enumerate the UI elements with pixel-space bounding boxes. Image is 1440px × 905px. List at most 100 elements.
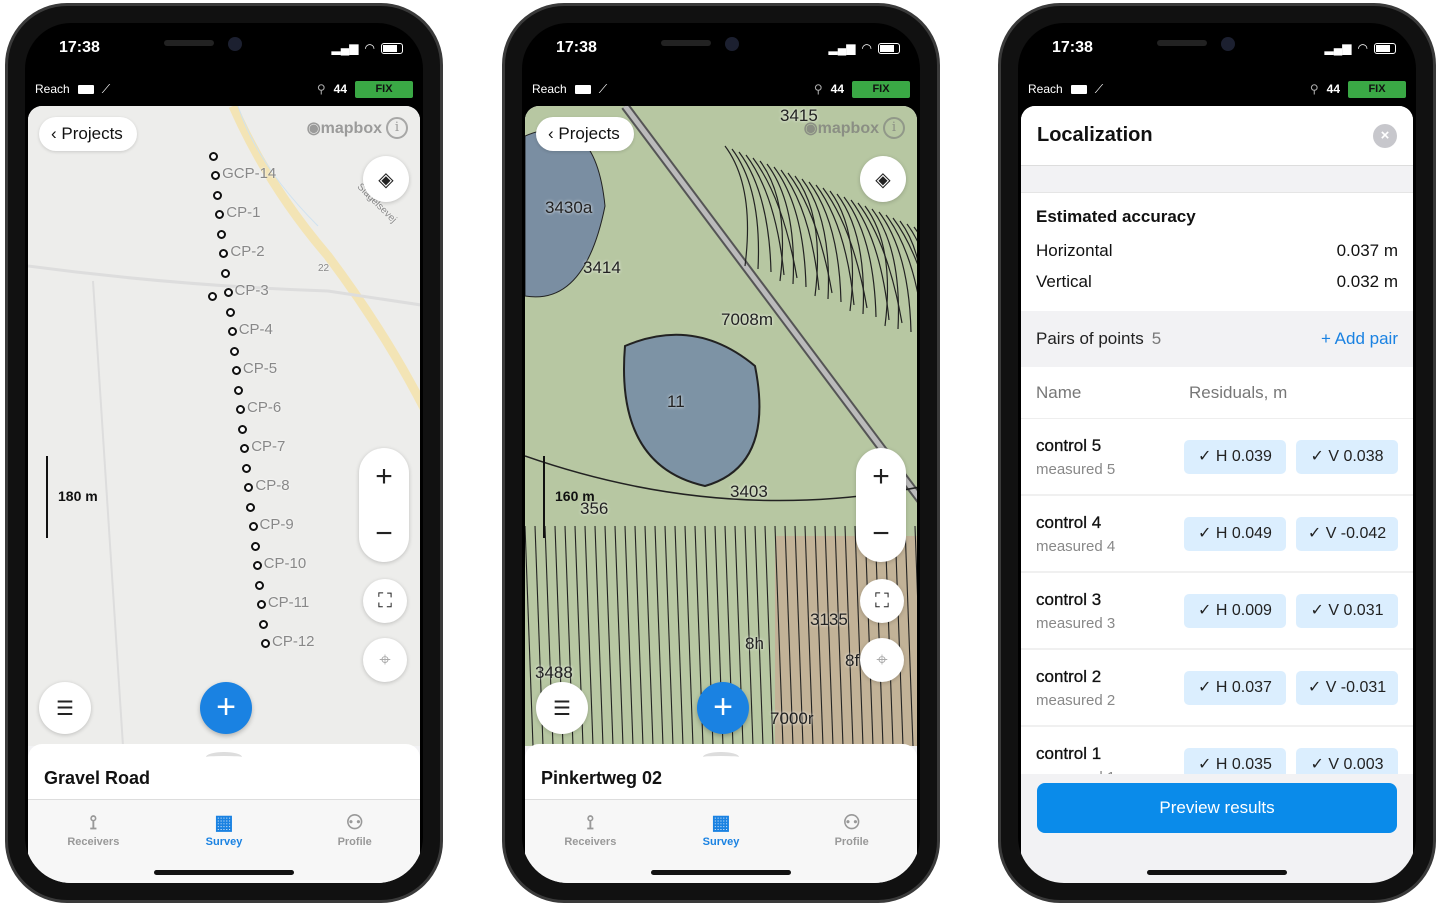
check-icon: ✓ — [1198, 447, 1216, 465]
tab-receivers[interactable]: ⟟ Receivers — [28, 800, 159, 883]
receiver-bar[interactable]: Reach ⟋ ⚲ 44 FIX — [1028, 78, 1406, 100]
bottom-sheet[interactable]: Pinkertweg 02 — [525, 744, 917, 800]
close-icon: × — [1380, 127, 1390, 144]
check-icon: ✓ — [1198, 524, 1216, 542]
tab-profile[interactable]: ⚇ Profile — [786, 800, 917, 883]
point-label: CP-7 — [251, 438, 286, 456]
wifi-icon: ◠ — [364, 41, 375, 55]
receiver-battery-icon — [77, 84, 94, 94]
list-button[interactable]: ☰ — [536, 682, 588, 734]
control-point-name: control 3 — [1036, 589, 1102, 609]
fullscreen-button[interactable]: ⛶ — [860, 579, 904, 623]
vertical-residual: ✓ V 0.003 — [1296, 747, 1398, 774]
residual-row[interactable]: control 1 measured 1 ✓ H 0.035 ✓ V 0.003 — [1021, 727, 1413, 774]
phone-screen: 17:38 ▂▄▆ ◠ Reach ⟋ ⚲ 44 FIX Slagelsevej 2… — [25, 23, 423, 883]
zoom-in-button[interactable]: + — [359, 448, 409, 505]
fullscreen-button[interactable]: ⛶ — [363, 579, 407, 623]
residual-row[interactable]: control 5 measured 5 ✓ H 0.039 ✓ V 0.038 — [1021, 419, 1413, 496]
signal-icon: ▂▄▆ — [331, 41, 359, 55]
map[interactable]: Slagelsevej 22 GCP-14 CP-1 CP-2 CP-3 CP-4 CP-5 C… — [28, 106, 420, 746]
survey-point[interactable] — [233, 385, 243, 395]
vertical-value: 0.032 m — [1336, 272, 1398, 291]
mapbox-logo: ◉mapbox — [306, 120, 382, 137]
localization-sheet: Localization × Estimated accuracy Horizon… — [1021, 106, 1413, 883]
locate-button[interactable]: ⌖ — [860, 638, 904, 682]
parcel-label: 8f — [845, 651, 860, 670]
pairs-header: Pairs of points 5 + Add pair — [1021, 311, 1413, 367]
survey-point[interactable] — [254, 580, 264, 590]
survey-point[interactable] — [252, 561, 262, 571]
sheet-handle[interactable] — [703, 752, 739, 762]
list-icon: ☰ — [56, 697, 74, 720]
map[interactable]: 3415 3430a 3414 7008m 11 356 3135 8h 8f 3488 7000r… — [525, 106, 917, 746]
back-button[interactable]: ‹ Projects — [39, 117, 137, 151]
tab-profile[interactable]: ⚇ Profile — [289, 800, 420, 883]
close-button[interactable]: × — [1373, 124, 1397, 148]
receiver-bar[interactable]: Reach ⟋ ⚲ 44 FIX — [35, 78, 413, 100]
back-button[interactable]: ‹ Projects — [536, 117, 634, 151]
survey-point[interactable] — [209, 152, 218, 161]
residual-list[interactable]: control 5 measured 5 ✓ H 0.039 ✓ V 0.038 con… — [1021, 419, 1413, 774]
add-point-button[interactable]: + — [697, 682, 749, 734]
control-point-name: control 4 — [1036, 512, 1102, 532]
locate-button[interactable]: ⌖ — [363, 638, 407, 682]
receiver-name: Reach — [35, 82, 70, 96]
vertical-residual: ✓ V -0.042 — [1296, 516, 1398, 551]
receiver-name: Reach — [532, 82, 567, 96]
map-icon: ▦ — [711, 812, 731, 834]
survey-point[interactable] — [227, 327, 237, 337]
add-pair-button[interactable]: + Add pair — [1321, 329, 1398, 349]
fix-badge: FIX — [1348, 80, 1406, 98]
survey-point[interactable] — [258, 619, 268, 629]
system-status: ▂▄▆ ◠ — [829, 41, 900, 55]
check-icon: ✓ — [1307, 678, 1326, 696]
person-icon: ⚇ — [842, 812, 861, 834]
map-scale: 180 m — [46, 456, 98, 538]
point-label: GCP-14 — [222, 165, 277, 183]
measured-point-name: measured 5 — [1036, 460, 1116, 478]
survey-point[interactable] — [242, 463, 252, 473]
antenna-icon: ⟟ — [89, 812, 98, 834]
bottom-sheet[interactable]: Gravel Road — [28, 744, 420, 800]
tab-receivers[interactable]: ⟟ Receivers — [525, 800, 656, 883]
zoom-control: + − — [359, 448, 409, 562]
sheet-header: Localization × — [1021, 106, 1413, 166]
survey-point[interactable] — [223, 288, 233, 298]
survey-point[interactable] — [238, 424, 248, 434]
system-status: ▂▄▆ ◠ — [332, 41, 403, 55]
add-point-button[interactable]: + — [200, 682, 252, 734]
survey-point[interactable] — [261, 639, 270, 648]
satellite-count: 44 — [830, 82, 844, 96]
column-residuals: Residuals, m — [1189, 382, 1288, 402]
project-name: Pinkertweg 02 — [541, 768, 663, 788]
survey-point[interactable] — [208, 292, 217, 301]
check-icon: ✓ — [1310, 601, 1329, 619]
horizontal-residual: ✓ H 0.049 — [1184, 516, 1286, 551]
parcel-label: 7008m — [721, 310, 773, 329]
list-button[interactable]: ☰ — [39, 682, 91, 734]
info-icon[interactable]: i — [386, 117, 408, 139]
zoom-out-button[interactable]: − — [856, 505, 906, 562]
sheet-handle[interactable] — [206, 752, 242, 762]
zoom-in-button[interactable]: + — [856, 448, 906, 505]
layers-button[interactable]: ◈ — [363, 156, 409, 202]
survey-point[interactable] — [229, 346, 239, 356]
receiver-battery-icon — [1070, 84, 1087, 94]
survey-point[interactable] — [256, 600, 266, 610]
survey-point[interactable] — [225, 307, 235, 317]
point-label: CP-3 — [234, 282, 269, 300]
survey-point[interactable] — [248, 522, 258, 532]
dynamic-island — [661, 35, 781, 61]
residual-row[interactable]: control 2 measured 2 ✓ H 0.037 ✓ V -0.031 — [1021, 650, 1413, 727]
residual-row[interactable]: control 3 measured 3 ✓ H 0.009 ✓ V 0.031 — [1021, 573, 1413, 650]
info-icon[interactable]: i — [883, 117, 905, 139]
battery-icon — [878, 42, 900, 54]
residual-row[interactable]: control 4 measured 4 ✓ H 0.049 ✓ V -0.042 — [1021, 496, 1413, 573]
horizontal-residual: ✓ H 0.009 — [1184, 593, 1286, 628]
receiver-bar[interactable]: Reach ⟋ ⚲ 44 FIX — [532, 78, 910, 100]
layers-button[interactable]: ◈ — [860, 156, 906, 202]
preview-results-button[interactable]: Preview results — [1037, 783, 1397, 833]
fullscreen-icon: ⛶ — [378, 589, 392, 612]
zoom-out-button[interactable]: − — [359, 505, 409, 562]
survey-point[interactable] — [250, 541, 260, 551]
